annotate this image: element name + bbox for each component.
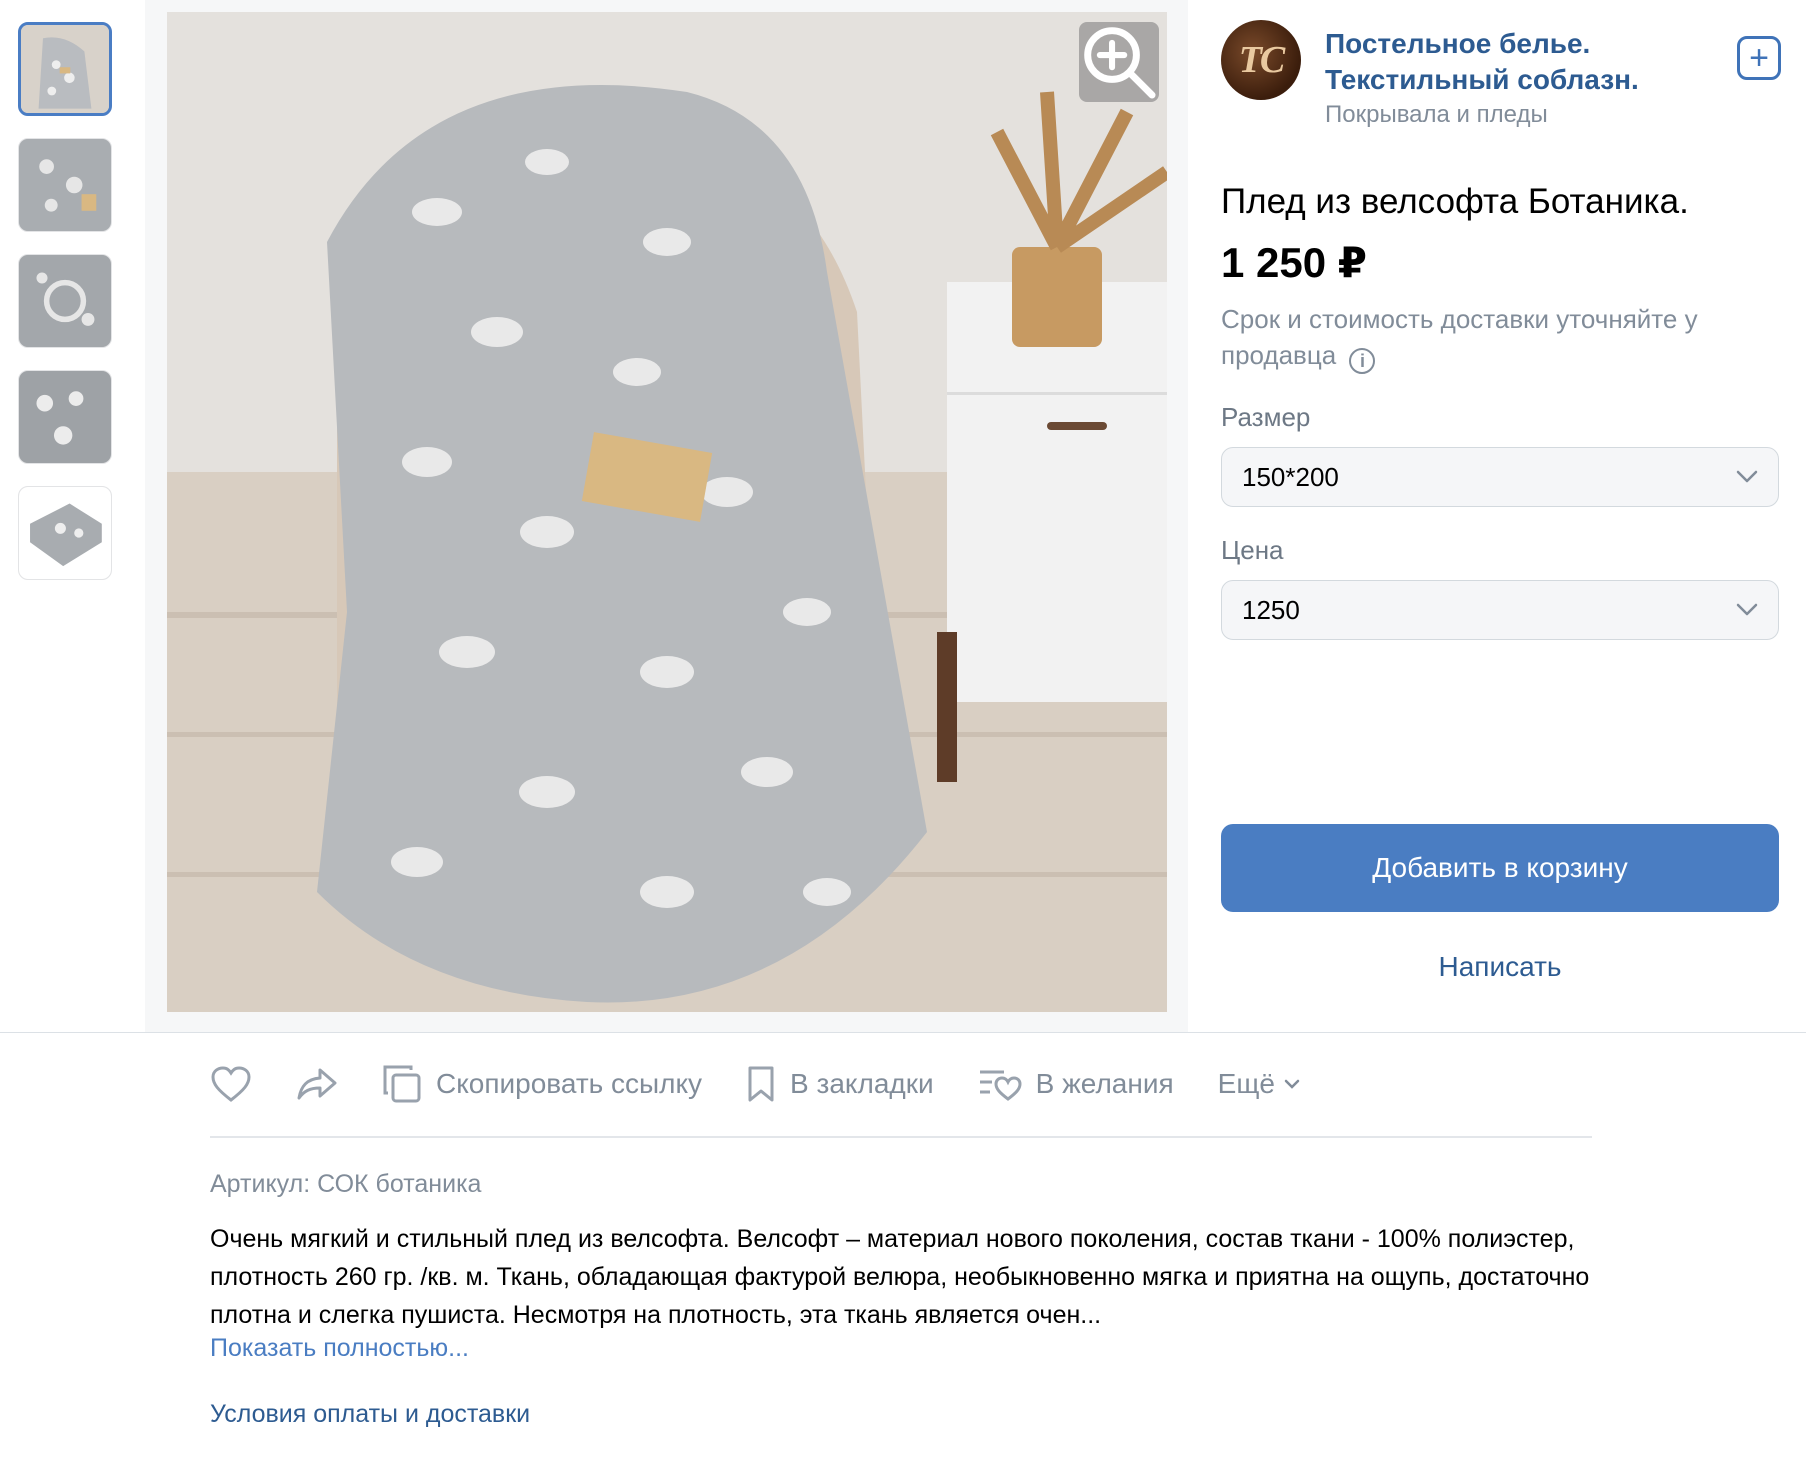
shop-category[interactable]: Покрывала и пледы [1325, 98, 1737, 132]
thumbnail-strip [18, 22, 116, 602]
thumbnail-image [19, 371, 111, 463]
divider [0, 1032, 1806, 1033]
price-option-label: Цена [1221, 535, 1284, 565]
thumbnail-5[interactable] [18, 486, 112, 580]
product-description: Очень мягкий и стильный плед из велсофта… [210, 1225, 1590, 1329]
more-label: Ещё [1217, 1068, 1275, 1099]
price-select[interactable]: 1250 [1221, 580, 1779, 640]
thumbnail-image [19, 255, 111, 347]
shop-logo-text: TC [1238, 39, 1286, 81]
bookmark-label: В закладки [790, 1068, 934, 1099]
product-title: Плед из велсофта Ботаника. [1221, 182, 1689, 221]
add-to-cart-button[interactable]: Добавить в корзину [1221, 824, 1779, 912]
show-more-link[interactable]: Показать полностью... [210, 1334, 469, 1363]
share-button[interactable] [296, 1066, 338, 1102]
product-photo[interactable] [167, 12, 1167, 1012]
thumbnail-4[interactable] [18, 370, 112, 464]
wishlist-icon [979, 1070, 1022, 1101]
delivery-note: Срок и стоимость доставки уточняйте у пр… [1221, 301, 1781, 374]
shop-text: Постельное белье. Текстильный соблазн. П… [1325, 26, 1737, 132]
payment-terms-link[interactable]: Условия оплаты и доставки [210, 1400, 530, 1429]
thumbnail-1[interactable] [18, 22, 112, 116]
thumbnail-image [19, 487, 111, 579]
action-bar: Скопировать ссылку В закладки В желания … [210, 1058, 1590, 1110]
heart-icon [211, 1066, 251, 1102]
shop-name[interactable]: Постельное белье. Текстильный соблазн. [1325, 26, 1737, 98]
size-select-value: 150*200 [1242, 461, 1339, 492]
divider [210, 1136, 1592, 1138]
chevron-down-icon [1736, 603, 1758, 616]
subscribe-button[interactable]: + [1737, 36, 1781, 80]
product-info: TC Постельное белье. Текстильный соблазн… [1221, 20, 1781, 640]
wishlist-label: В желания [1035, 1068, 1174, 1099]
copy-icon [383, 1065, 421, 1103]
zoom-button[interactable] [1079, 22, 1159, 102]
size-select[interactable]: 150*200 [1221, 447, 1779, 507]
product-price: 1 250 ₽ [1221, 239, 1367, 286]
thumbnail-image [21, 25, 109, 113]
thumbnail-image [19, 139, 111, 231]
product-photo-area [145, 0, 1188, 1032]
share-icon [297, 1068, 337, 1100]
bookmark-button[interactable]: В закладки [746, 1065, 934, 1103]
copy-link-button[interactable]: Скопировать ссылку [382, 1064, 702, 1104]
shop-header: TC Постельное белье. Текстильный соблазн… [1221, 20, 1781, 132]
wishlist-button[interactable]: В желания [978, 1066, 1174, 1102]
price-select-value: 1250 [1242, 594, 1300, 625]
bookmark-icon [748, 1066, 774, 1102]
delivery-note-text: Срок и стоимость доставки уточняйте у пр… [1221, 304, 1698, 370]
info-icon[interactable]: i [1349, 348, 1376, 374]
thumbnail-2[interactable] [18, 138, 112, 232]
plus-icon: + [1749, 39, 1769, 77]
zoom-in-icon [1084, 27, 1156, 99]
thumbnail-3[interactable] [18, 254, 112, 348]
copy-link-label: Скопировать ссылку [436, 1068, 703, 1099]
sku-text: Артикул: СОК ботаника [210, 1170, 482, 1198]
shop-avatar[interactable]: TC [1221, 20, 1301, 100]
size-label: Размер [1221, 402, 1311, 432]
chevron-down-icon [1284, 1079, 1300, 1089]
write-button[interactable]: Написать [1221, 942, 1779, 992]
like-button[interactable] [210, 1065, 252, 1103]
product-photo-image [167, 12, 1167, 1012]
chevron-down-icon [1736, 470, 1758, 483]
more-button[interactable]: Ещё [1218, 1068, 1301, 1100]
